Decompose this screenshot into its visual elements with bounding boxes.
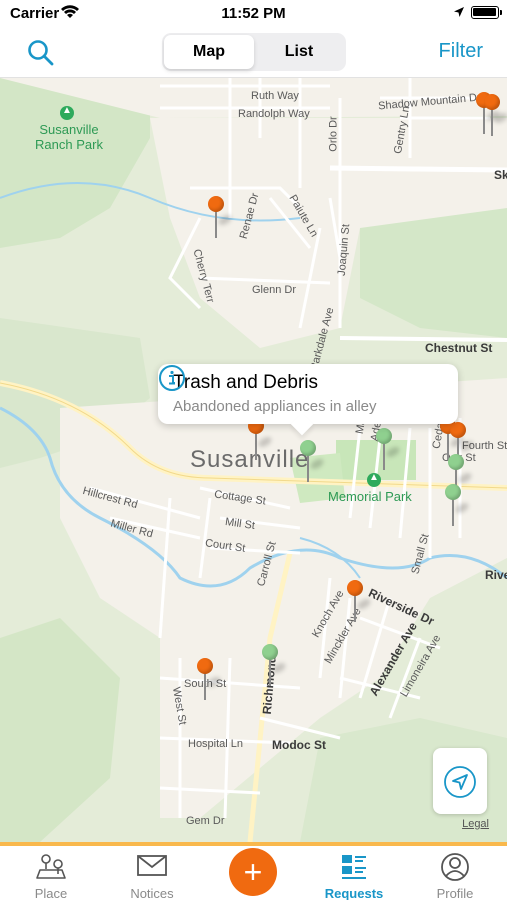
tab-bar: Place Notices + Requests Profile — [0, 842, 507, 900]
battery-icon — [471, 6, 502, 19]
tab-label: Profile — [436, 886, 474, 900]
user-location-button[interactable] — [433, 748, 487, 814]
park-icon — [60, 105, 74, 120]
street-label: Sk — [494, 168, 507, 182]
segment-list[interactable]: List — [254, 35, 344, 69]
location-arrow-icon — [444, 766, 476, 798]
tab-label: Requests — [324, 886, 384, 900]
callout-title: Trash and Debris — [173, 372, 319, 393]
street-label: Ruth Way — [251, 90, 299, 102]
street-label: Chestnut St — [425, 341, 493, 355]
map-pin[interactable] — [262, 644, 288, 688]
map-pin[interactable] — [347, 580, 373, 624]
map-list-segmented-control: Map List — [162, 33, 346, 71]
pin-callout[interactable]: Trash and Debris Abandoned appliances in… — [158, 364, 458, 424]
segment-map[interactable]: Map — [164, 35, 254, 69]
street-label: Hospital Ln — [188, 738, 244, 750]
tab-label: Notices — [130, 886, 174, 900]
status-bar: Carrier 11:52 PM — [0, 0, 507, 28]
street-label: Randolph Way — [238, 108, 310, 120]
map-pin[interactable] — [376, 428, 402, 472]
requests-list-icon — [342, 855, 366, 879]
plus-icon: + — [243, 854, 263, 890]
clock: 11:52 PM — [221, 5, 286, 22]
street-label: Orlo Dr — [327, 116, 340, 152]
park-label: Susanville Ranch Park — [35, 122, 103, 152]
tab-notices[interactable]: Notices — [102, 846, 202, 900]
map-pin[interactable] — [197, 658, 223, 702]
map-pin[interactable] — [484, 94, 507, 138]
map-pin[interactable] — [300, 440, 326, 484]
map-view[interactable]: Ruth Way Randolph Way Shadow Mountain Dr… — [0, 78, 507, 842]
tab-requests[interactable]: Requests — [304, 846, 404, 900]
map-pin[interactable] — [445, 484, 471, 528]
navigation-bar: Map List Filter — [0, 28, 507, 78]
legal-link[interactable]: Legal — [462, 818, 489, 830]
search-icon[interactable] — [26, 38, 56, 68]
park-label: Memorial Park — [328, 489, 412, 504]
add-request-button[interactable]: + — [229, 848, 277, 896]
park-icon — [367, 472, 381, 487]
map-pin[interactable] — [208, 196, 234, 240]
profile-icon — [441, 853, 469, 881]
map-pin-selected[interactable] — [248, 418, 274, 462]
tab-label: Place — [34, 886, 68, 900]
street-label: Rive — [485, 568, 507, 582]
location-arrow-icon — [454, 7, 464, 17]
envelope-icon — [137, 855, 167, 876]
street-label: Gem Dr — [186, 815, 225, 827]
callout-subtitle: Abandoned appliances in alley — [173, 398, 377, 415]
filter-button[interactable]: Filter — [439, 40, 483, 63]
tab-place[interactable]: Place — [1, 846, 101, 900]
info-icon[interactable] — [158, 364, 186, 392]
street-label: Glenn Dr — [252, 284, 297, 296]
tab-profile[interactable]: Profile — [405, 846, 505, 900]
place-pins-icon — [36, 854, 66, 879]
street-label: Modoc St — [272, 738, 326, 752]
